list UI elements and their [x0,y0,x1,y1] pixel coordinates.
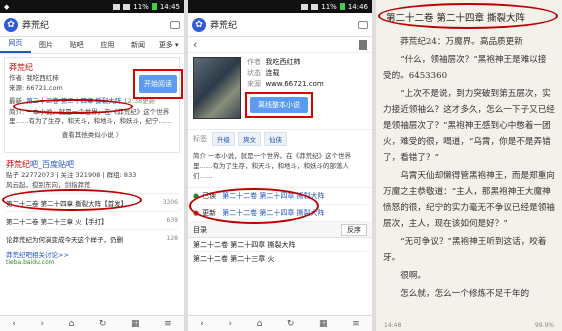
notification-icon: ◆ [4,2,10,11]
tieba-more: 莽荒纪吧相关讨论>> tieba.baidu.com [0,247,184,268]
paragraph: 很啊。 [400,271,426,281]
status-bar: 11% 14:46 [188,0,372,13]
search-input[interactable]: 莽荒纪 [22,18,170,31]
chapter-header: 第二十二卷 第二十四章 撕裂大阵 [376,0,562,34]
tab-more[interactable]: 更多 ▾ [153,40,184,50]
tieba-more-link[interactable]: 莽荒纪吧相关讨论>> [6,249,178,259]
battery-icon [339,3,345,10]
highlight-oval [189,188,319,224]
toc-header: 目录 反序 [188,222,372,238]
refresh-icon[interactable]: ↻ [99,319,107,329]
status-time: 14:46 [347,2,368,11]
chapter-list: 第二十二卷 第二十四章 撕裂大阵 第二十二卷 第二十三章 火 [188,238,372,266]
back-icon[interactable]: ‹ [200,319,204,329]
status-time: 14:45 [159,2,180,11]
paragraph: “什么，领袖层次？”黑袍神王是难以接受的。6453360 [383,55,547,81]
refresh-icon[interactable]: ↻ [287,319,295,329]
reading-actions: ● 已读 第二十二卷 第二十四章 撕裂大阵 ● 更新 第二十二卷 第二十四章 撕… [188,188,372,224]
browser-toolbar: ‹ › ⌂ ↻ ▦ ≡ [0,315,184,331]
book-info: 作者 我吃西红柿 状态 连载 来源 www.66721.com 离线整本小说 [188,53,372,129]
highlight-box [245,92,313,118]
search-bar[interactable]: ✿ 莽荒纪 [0,13,184,37]
highlight-box [133,69,183,99]
paragraph: 乌霄天仙却懒得管黑袍神王，而是郑重向万魔之主恭敬道：“主人，那黑袍神王大魔神愤怒… [383,171,555,229]
book-meta: 作者 我吃西红柿 状态 连载 来源 www.66721.com [247,58,324,88]
reader-footer: 14:48 99.9% [376,319,562,331]
camera-icon[interactable] [358,20,368,29]
paragraph: 怎么就，怎么一个修炼不足千年的 [400,289,530,299]
book-source: www.66721.com [265,80,324,88]
book-state: 连载 [265,69,280,77]
reverse-sort-button[interactable]: 反序 [341,223,367,236]
tab-web[interactable]: 网页 [0,38,31,53]
home-icon[interactable]: ⌂ [69,319,75,329]
chapter-content: 莽荒纪24：万魔界。高品质更新 “什么，领袖层次？”黑袍神王是难以接受的。645… [376,34,562,302]
tab-tieba[interactable]: 贴吧 [61,40,92,50]
tag-chip[interactable]: 升级 [212,132,235,146]
menu-icon[interactable]: ≡ [164,319,172,329]
status-bar: ◆ 11% 14:45 [0,0,184,13]
battery-percent: 11% [133,2,149,11]
camera-icon[interactable] [170,20,180,29]
bookmark-icon[interactable] [359,39,367,50]
subtitle-line: 莽荒纪24：万魔界。高品质更新 [400,37,523,47]
windows-icon[interactable]: ▦ [319,319,328,329]
tags-row: 标签 升级 爽文 仙侠 [188,129,372,148]
paragraph: “上次不是说，到力突破到第五层次，实力接近领袖么？这才多久，怎么一下子又已经是领… [383,89,555,163]
novel-result-card: 莽荒纪 作者: 我吃西红柿 来源: 66721.com 最新: 第二十二卷 第二… [4,57,183,153]
tab-images[interactable]: 图片 [31,40,62,50]
list-item[interactable]: 论莽荒纪为何演变成今天这个样子，仍删 128 [6,229,178,247]
search-bar[interactable]: ✿ 莽荒纪 [188,13,372,37]
forward-icon[interactable]: › [228,319,232,329]
baidu-search-panel: ◆ 11% 14:45 ✿ 莽荒纪 网页 图片 贴吧 应用 新闻 更多 ▾ 莽荒… [0,0,184,331]
tab-apps[interactable]: 应用 [92,40,123,50]
signal-icon [123,3,131,10]
toc-label: 目录 [193,225,207,234]
browser-toolbar: ‹ › ⌂ ↻ ▦ ≡ [188,315,372,331]
wifi-icon [113,3,121,10]
wifi-icon [301,3,309,10]
book-author: 我吃西红柿 [265,58,301,66]
list-item[interactable]: 第二十二卷 第二十三章 火【手打】 639 [6,211,178,229]
book-intro: 简介 一本小说，就是一个世界。在《莽荒纪》这个世界里……有为了生存，和天斗，和地… [188,148,372,188]
tag-chip[interactable]: 爽文 [238,132,261,146]
detail-header: ‹ [188,37,372,53]
battery-icon [151,3,157,10]
reader-panel: 第二十二卷 第二十四章 撕裂大阵 莽荒纪24：万魔界。高品质更新 “什么，领袖层… [376,0,562,331]
highlight-oval [13,99,133,114]
battery-percent: 11% [321,2,337,11]
book-cover [193,57,241,119]
reader-time: 14:48 [384,321,402,329]
novel-detail-panel: 11% 14:46 ✿ 莽荒纪 ‹ 作者 我吃西红柿 状态 连载 来源 www.… [188,0,372,331]
signal-icon [311,3,319,10]
back-icon[interactable]: ‹ [12,319,16,329]
search-input[interactable]: 莽荒纪 [210,18,358,31]
tieba-block: 莽荒纪吧_百度贴吧 贴子 22772073 | 关注 321908 | 群组: … [0,156,184,193]
chapter-item[interactable]: 第二十二卷 第二十四章 撕裂大阵 [193,238,367,252]
baidu-paw-icon: ✿ [192,17,206,32]
highlight-oval [2,189,142,211]
forward-icon[interactable]: › [40,319,44,329]
highlight-oval [378,3,558,29]
tab-news[interactable]: 新闻 [123,40,154,50]
baidu-paw-icon: ✿ [4,17,18,32]
reader-progress: 99.9% [534,321,554,329]
menu-icon[interactable]: ≡ [352,319,360,329]
search-tabs: 网页 图片 贴吧 应用 新闻 更多 ▾ [0,37,184,54]
similar-novels-link[interactable]: 查看其他类似小说 〉 [9,130,175,140]
tieba-domain: tieba.baidu.com [6,259,55,266]
chapter-item[interactable]: 第二十二卷 第二十三章 火 [193,252,367,266]
tieba-stats: 贴子 22772073 | 关注 321908 | 群组: 833 [6,171,137,179]
post-list: 第二十二卷 第二十四章 撕裂大阵【首发】 3306 第二十二卷 第二十三章 火【… [0,189,184,247]
tag-chip[interactable]: 仙侠 [264,132,287,146]
home-icon[interactable]: ⌂ [257,319,263,329]
tieba-title[interactable]: 莽荒纪吧_百度贴吧 [6,159,178,170]
windows-icon[interactable]: ▦ [131,319,140,329]
back-icon[interactable]: ‹ [193,38,197,51]
paragraph: “无可争议？”黑袍神王听到这话，咬着牙。 [383,237,547,263]
